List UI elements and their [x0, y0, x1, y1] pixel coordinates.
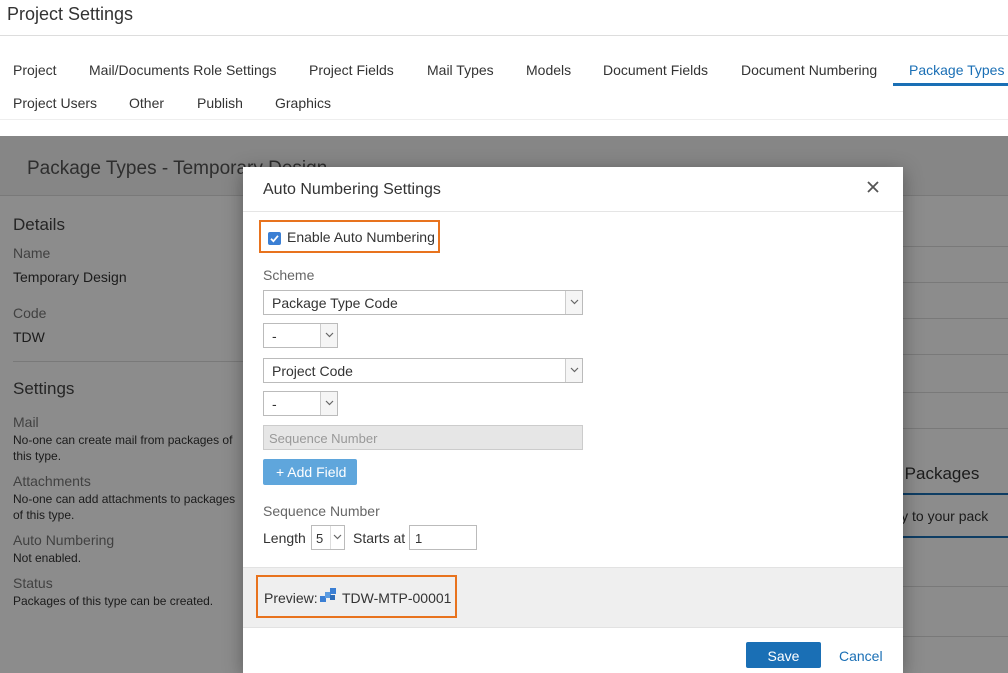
preview-section: Preview: TDW-MTP-00001 [243, 567, 903, 628]
separator-1-value: - [272, 328, 277, 344]
save-button-label: Save [767, 648, 800, 664]
scheme-field-2-value: Project Code [272, 363, 353, 379]
add-field-label: + Add Field [276, 464, 347, 480]
tab-graphics[interactable]: Graphics [275, 95, 331, 111]
tab-models[interactable]: Models [526, 62, 571, 78]
scheme-label: Scheme [263, 267, 315, 283]
enable-auto-numbering-highlight: Enable Auto Numbering [259, 220, 440, 253]
tab-document-numbering[interactable]: Document Numbering [741, 62, 877, 78]
chevron-down-icon [320, 324, 337, 347]
tab-package-types[interactable]: Package Types [909, 62, 1004, 78]
scheme-field-2-select[interactable]: Project Code [263, 358, 583, 383]
length-value: 5 [316, 531, 324, 546]
enable-auto-numbering-label[interactable]: Enable Auto Numbering [287, 229, 435, 245]
close-icon[interactable] [865, 179, 881, 195]
starts-at-value: 1 [415, 531, 423, 546]
scheme-field-1-select[interactable]: Package Type Code [263, 290, 583, 315]
tab-project-users[interactable]: Project Users [13, 95, 97, 111]
sequence-number-field: Sequence Number [263, 425, 583, 450]
tab-project-fields[interactable]: Project Fields [309, 62, 394, 78]
checkmark-icon [270, 235, 279, 243]
separator-2-select[interactable]: - [263, 391, 338, 416]
tab-publish[interactable]: Publish [197, 95, 243, 111]
tab-mail-types[interactable]: Mail Types [427, 62, 494, 78]
settings-tabs: Project Mail/Documents Role Settings Pro… [0, 52, 1008, 120]
tab-other[interactable]: Other [129, 95, 164, 111]
add-field-button[interactable]: + Add Field [263, 459, 357, 485]
chevron-down-icon [320, 392, 337, 415]
modal-header: Auto Numbering Settings [243, 167, 903, 212]
chevron-down-icon [565, 291, 582, 314]
chevron-down-icon [330, 526, 344, 549]
page-title: Project Settings [7, 4, 134, 24]
save-button[interactable]: Save [746, 642, 821, 668]
active-tab-indicator [893, 83, 1008, 86]
auto-numbering-modal: Auto Numbering Settings Enable Auto Numb… [243, 167, 903, 673]
tab-document-fields[interactable]: Document Fields [603, 62, 708, 78]
tab-mail-documents-role-settings[interactable]: Mail/Documents Role Settings [89, 62, 277, 78]
separator-1-select[interactable]: - [263, 323, 338, 348]
modal-title: Auto Numbering Settings [263, 181, 441, 198]
preview-highlight: Preview: TDW-MTP-00001 [256, 575, 457, 618]
sequence-number-heading: Sequence Number [263, 503, 380, 519]
starts-at-label: Starts at [353, 530, 406, 546]
preview-label: Preview: [264, 590, 318, 606]
preview-value: TDW-MTP-00001 [342, 590, 452, 606]
length-label: Length [263, 530, 306, 546]
enable-auto-numbering-checkbox[interactable] [268, 232, 281, 245]
cancel-button[interactable]: Cancel [839, 648, 883, 664]
scheme-field-1-value: Package Type Code [272, 295, 398, 311]
tab-project[interactable]: Project [13, 62, 57, 78]
separator-2-value: - [272, 396, 277, 412]
length-select[interactable]: 5 [311, 525, 345, 550]
package-icon [320, 588, 336, 602]
page-header: Project Settings [0, 0, 1008, 36]
starts-at-input[interactable]: 1 [409, 525, 477, 550]
chevron-down-icon [565, 359, 582, 382]
sequence-number-placeholder: Sequence Number [269, 431, 378, 446]
